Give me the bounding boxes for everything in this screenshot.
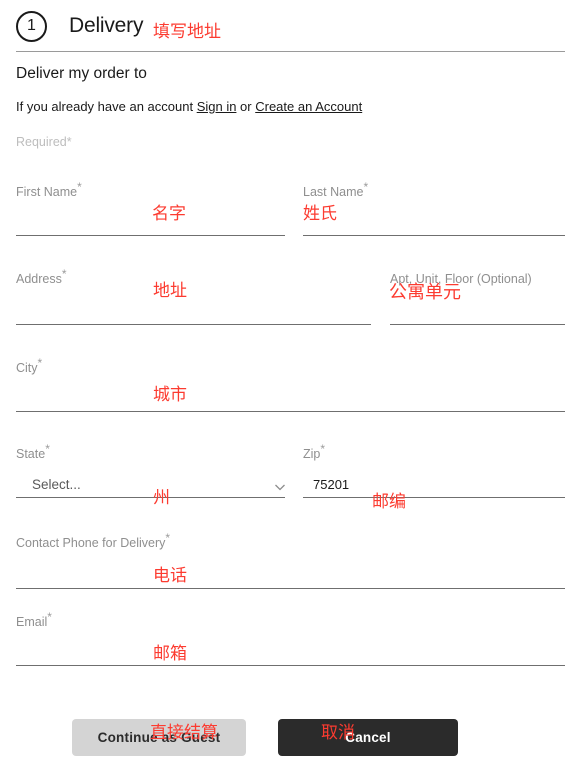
last-name-label: Last Name*: [303, 179, 369, 199]
state-select[interactable]: Select...: [32, 477, 81, 492]
account-or-text: or: [236, 99, 256, 114]
cancel-button[interactable]: Cancel: [278, 719, 458, 756]
phone-label: Contact Phone for Delivery*: [16, 530, 171, 550]
address-underline: [16, 324, 371, 325]
address-label: Address*: [16, 266, 67, 286]
zip-label: Zip*: [303, 441, 326, 461]
address-field[interactable]: Address*: [16, 266, 371, 325]
email-field[interactable]: Email*: [16, 609, 565, 666]
city-field[interactable]: City*: [16, 355, 565, 412]
zip-underline: [303, 497, 565, 498]
form-actions: Continue as Guest Cancel: [0, 719, 579, 759]
phone-underline: [16, 588, 565, 589]
email-underline: [16, 665, 565, 666]
delivery-step-header: 1 Delivery: [0, 0, 579, 42]
apt-field[interactable]: Apt, Unit, Floor (Optional): [390, 272, 565, 325]
city-underline: [16, 411, 565, 412]
continue-as-guest-button[interactable]: Continue as Guest: [72, 719, 246, 756]
phone-field[interactable]: Contact Phone for Delivery*: [16, 530, 565, 589]
account-prompt-text: If you already have an account: [16, 99, 197, 114]
section-heading: Deliver my order to: [16, 65, 147, 82]
header-divider: [16, 51, 565, 52]
state-label: State*: [16, 441, 50, 461]
state-field[interactable]: State* Select...: [16, 441, 286, 498]
last-name-field[interactable]: Last Name*: [303, 179, 565, 236]
delivery-form: Deliver my order to If you already have …: [0, 65, 579, 149]
step-number-badge: 1: [16, 10, 47, 42]
zip-field[interactable]: Zip* 75201: [303, 441, 565, 498]
first-name-label: First Name*: [16, 179, 82, 199]
sign-in-link[interactable]: Sign in: [197, 99, 237, 114]
required-note: Required*: [16, 135, 72, 149]
first-name-field[interactable]: First Name*: [16, 179, 285, 236]
first-name-underline: [16, 235, 285, 236]
chevron-down-icon[interactable]: [274, 480, 286, 492]
zip-input[interactable]: 75201: [313, 477, 349, 492]
city-label: City*: [16, 355, 43, 375]
last-name-underline: [303, 235, 565, 236]
account-prompt: If you already have an account Sign in o…: [16, 99, 563, 114]
apt-label: Apt, Unit, Floor (Optional): [390, 272, 532, 286]
page-title: Delivery: [69, 14, 144, 37]
create-account-link[interactable]: Create an Account: [255, 99, 362, 114]
apt-underline: [390, 324, 565, 325]
email-label: Email*: [16, 609, 52, 629]
state-underline: [16, 497, 285, 498]
